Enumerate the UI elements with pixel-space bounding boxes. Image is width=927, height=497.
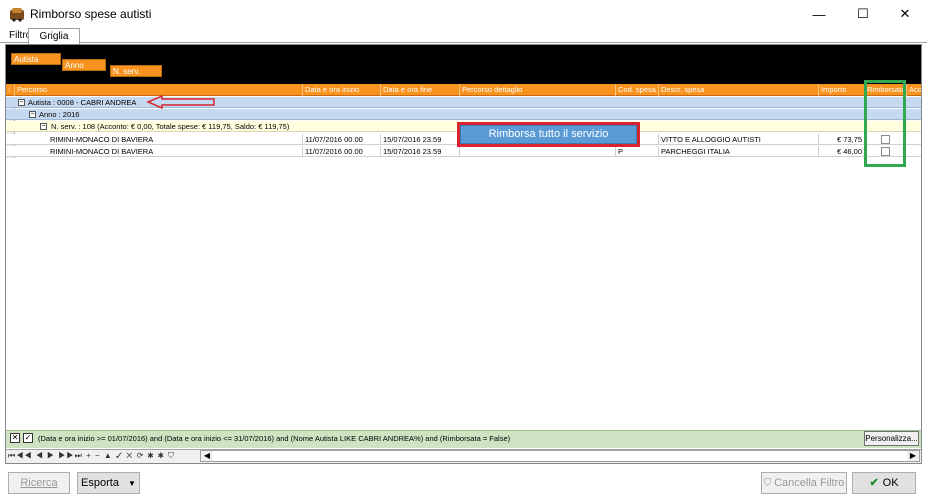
header-data-inizio[interactable]: Data e ora inizio <box>303 84 381 96</box>
ok-label: OK <box>882 477 899 489</box>
group-autista-label: Autista : 0008 - CABRI ANDREA <box>28 98 137 107</box>
header-indicator: ⁞ <box>6 84 15 96</box>
cell-percorso: RIMINI-MONACO DI BAVIERA <box>48 134 303 145</box>
header-data-fine[interactable]: Data e ora fine <box>381 84 460 96</box>
ricerca-label: Ricerca <box>20 477 58 489</box>
minimize-button[interactable]: — <box>800 0 838 28</box>
group-row-autista[interactable]: − Autista : 0008 - CABRI ANDREA <box>6 97 921 108</box>
cell-percorso: RIMINI-MONACO DI BAVIERA <box>48 146 303 157</box>
cancella-label: Cancella Filtro <box>774 477 845 489</box>
tab-griglia[interactable]: Griglia <box>28 28 80 44</box>
red-highlight-box <box>457 122 640 147</box>
personalizza-button[interactable]: Personalizza... <box>864 431 919 446</box>
cell-inizio: 11/07/2016 00.00 <box>303 134 381 145</box>
horizontal-scrollbar[interactable]: ◀ ▶ <box>200 450 920 462</box>
app-icon <box>10 8 24 22</box>
group-nserv-label: N. serv. : 108 (Acconto: € 0,00, Totale … <box>51 122 290 131</box>
filter-icon: ⛉ <box>763 478 772 489</box>
filter-expression: (Data e ora inizio >= 01/07/2016) and (D… <box>38 434 511 443</box>
scroll-right-icon[interactable]: ▶ <box>907 451 919 461</box>
cell-fine: 15/07/2016 23.59 <box>381 146 460 157</box>
cell-descr: PARCHEGGI ITALIA <box>659 146 819 157</box>
group-anno-label: Anno : 2016 <box>39 110 80 119</box>
collapse-icon[interactable]: − <box>29 111 36 118</box>
cell-importo: € 73,75 <box>819 134 865 145</box>
close-button[interactable]: ✕ <box>886 0 924 28</box>
cell-cod: P <box>616 146 659 157</box>
group-chip-autista[interactable]: Autista <box>11 53 61 65</box>
maximize-button[interactable]: ☐ <box>844 0 882 28</box>
filter-enabled-checkbox[interactable]: ✓ <box>23 433 33 443</box>
dropdown-arrow-icon: ▼ <box>128 479 136 488</box>
scroll-left-icon[interactable]: ◀ <box>201 451 213 461</box>
header-descr-spesa[interactable]: Descr. spesa <box>659 84 819 96</box>
green-highlight-box <box>864 80 906 167</box>
tab-strip <box>0 28 927 43</box>
header-percorso-dettaglio[interactable]: Percorso dettaglio <box>460 84 616 96</box>
group-row-anno[interactable]: − Anno : 2016 <box>6 109 921 120</box>
grid-header: ⁞ Percorso Data e ora inizio Data e ora … <box>6 84 921 96</box>
cell-importo: € 46,00 <box>819 146 865 157</box>
collapse-icon[interactable]: − <box>40 123 47 130</box>
header-cod-spesa[interactable]: Cod. spesa <box>616 84 659 96</box>
ricerca-button[interactable]: Ricerca <box>8 472 70 494</box>
group-chip-anno[interactable]: Anno <box>62 59 106 71</box>
esporta-button[interactable]: Esporta ▼ <box>77 472 140 494</box>
cell-dettaglio <box>460 146 616 157</box>
navigator-icons[interactable]: ⏮◀◀ ◀ ▶ ▶▶⏭ + − ▲ ✓ ✕ ⟳ ✱ ✱ ⛉ <box>8 451 175 461</box>
red-arrow-icon <box>146 95 215 109</box>
cell-inizio: 11/07/2016 00.00 <box>303 146 381 157</box>
clear-filter-icon[interactable]: ✕ <box>10 433 20 443</box>
esporta-label: Esporta <box>81 477 119 489</box>
header-importo[interactable]: Importo <box>819 84 865 96</box>
header-acc[interactable]: Acc <box>907 84 921 96</box>
cell-descr: VITTO E ALLOGGIO AUTISTI <box>659 134 819 145</box>
table-row[interactable]: RIMINI-MONACO DI BAVIERA 11/07/2016 00.0… <box>6 146 921 157</box>
ok-button[interactable]: ✔ OK <box>852 472 916 494</box>
cell-fine: 15/07/2016 23.59 <box>381 134 460 145</box>
check-icon: ✔ <box>869 477 879 489</box>
group-chip-nserv[interactable]: N. serv. <box>110 65 162 77</box>
cancella-filtro-button[interactable]: ⛉ Cancella Filtro <box>761 472 847 494</box>
window-title: Rimborso spese autisti <box>30 7 152 21</box>
collapse-icon[interactable]: − <box>18 99 25 106</box>
